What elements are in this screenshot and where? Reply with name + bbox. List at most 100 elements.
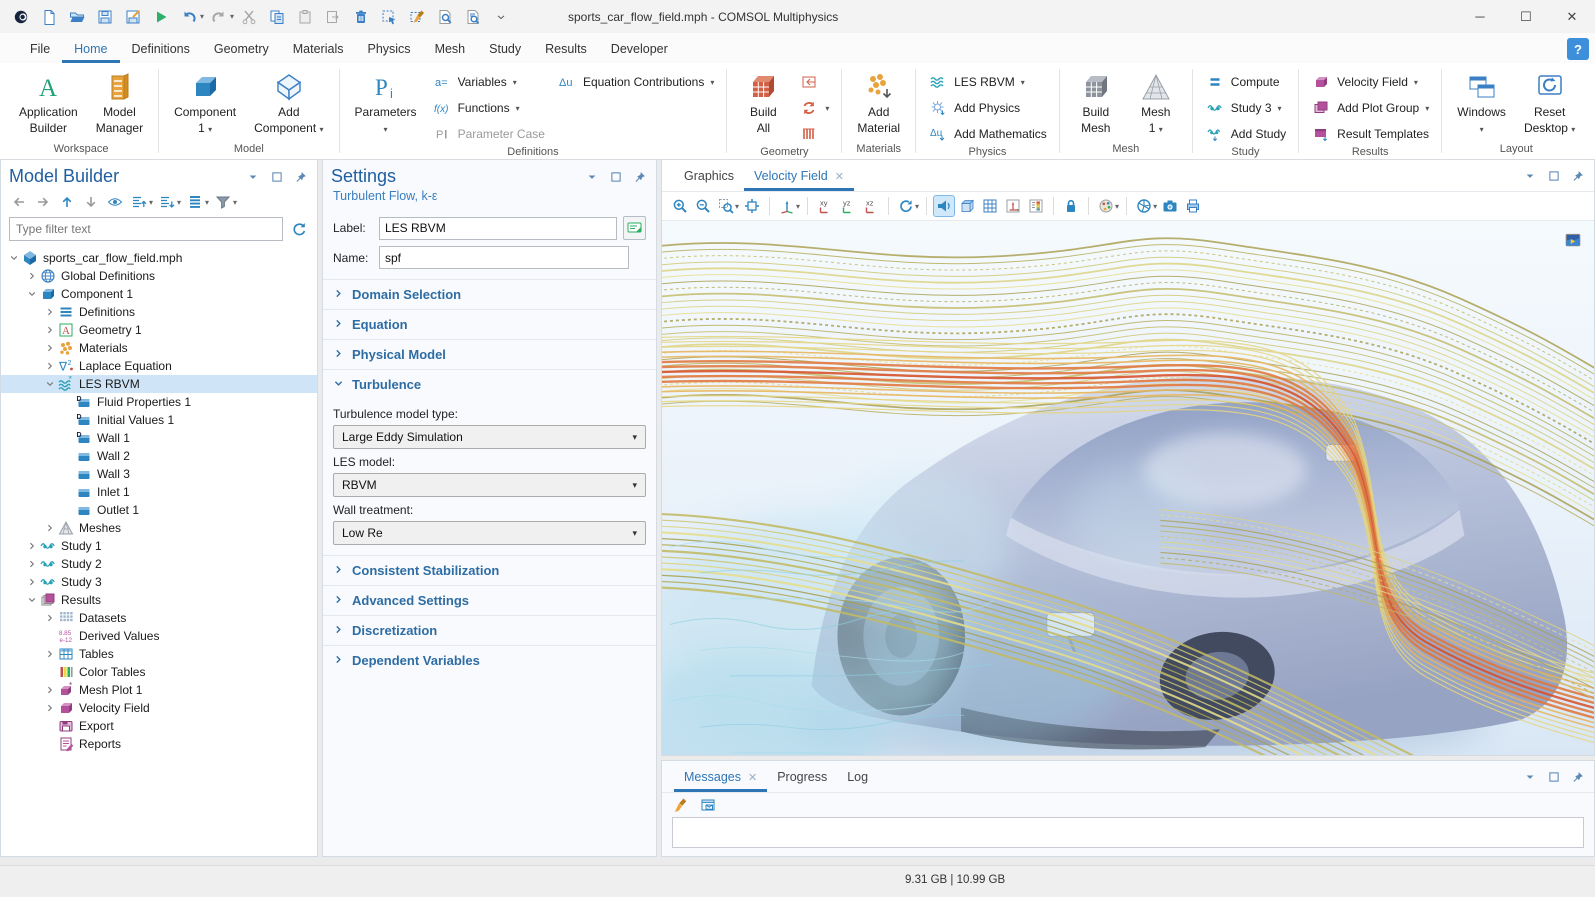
snapshot-icon[interactable] bbox=[1160, 196, 1180, 216]
result-templates-button[interactable]: Result Templates bbox=[1307, 123, 1433, 145]
refresh-icon[interactable] bbox=[289, 219, 309, 239]
panel-menu-icon[interactable] bbox=[1522, 168, 1538, 184]
ribbon-tab-geometry[interactable]: Geometry bbox=[202, 36, 281, 63]
mesh-1-button[interactable]: Mesh1 ▾ bbox=[1128, 68, 1184, 138]
tree-node-study-1[interactable]: Study 1 bbox=[1, 537, 317, 555]
clear-messages-icon[interactable] bbox=[672, 795, 692, 815]
section-header[interactable]: Discretization bbox=[323, 616, 656, 645]
expand-all-icon[interactable] bbox=[129, 192, 149, 212]
expand-arrow-icon[interactable] bbox=[43, 343, 57, 353]
collapse-arrow-icon[interactable] bbox=[7, 253, 21, 263]
node-grouping-icon[interactable] bbox=[185, 192, 205, 212]
copy-icon[interactable] bbox=[264, 4, 290, 30]
parameters-button[interactable]: PiParameters ▾ bbox=[348, 68, 424, 138]
close-button[interactable]: ✕ bbox=[1549, 0, 1595, 33]
tree-node-wall-3[interactable]: Wall 3 bbox=[1, 465, 317, 483]
expand-arrow-icon[interactable] bbox=[25, 541, 39, 551]
panel-menu-icon[interactable] bbox=[584, 169, 600, 185]
environment-icon[interactable] bbox=[1134, 196, 1154, 216]
expand-arrow-icon[interactable] bbox=[43, 361, 57, 371]
expand-all-dropdown-arrow[interactable]: ▾ bbox=[149, 198, 153, 207]
open-file-icon[interactable] bbox=[64, 4, 90, 30]
orientation-icon[interactable] bbox=[777, 196, 797, 216]
clear-selection-icon[interactable] bbox=[404, 4, 430, 30]
section-header[interactable]: Advanced Settings bbox=[323, 586, 656, 615]
expand-arrow-icon[interactable] bbox=[43, 703, 57, 713]
ribbon-tab-definitions[interactable]: Definitions bbox=[120, 36, 202, 63]
tab-messages[interactable]: Messages✕ bbox=[674, 763, 767, 792]
open-message-window-icon[interactable] bbox=[698, 795, 718, 815]
tree-node-geometry-1[interactable]: AGeometry 1 bbox=[1, 321, 317, 339]
tree-node-results[interactable]: Results bbox=[1, 591, 317, 609]
build-all-button[interactable]: BuildAll bbox=[735, 68, 791, 138]
zoom-extents-icon[interactable] bbox=[742, 196, 762, 216]
ribbon-tab-physics[interactable]: Physics bbox=[355, 36, 422, 63]
panel-menu-icon[interactable] bbox=[1522, 769, 1538, 785]
expand-arrow-icon[interactable] bbox=[43, 685, 57, 695]
show-toggle-icon[interactable] bbox=[105, 192, 125, 212]
expand-arrow-icon[interactable] bbox=[43, 307, 57, 317]
rebuild-button[interactable]: ▾ bbox=[795, 97, 833, 119]
tab-log[interactable]: Log bbox=[837, 763, 878, 792]
float-panel-icon[interactable] bbox=[269, 169, 285, 185]
tree-node-velocity-field[interactable]: Velocity Field bbox=[1, 699, 317, 717]
expand-arrow-icon[interactable] bbox=[43, 613, 57, 623]
expand-arrow-icon[interactable] bbox=[25, 559, 39, 569]
tree-node-tables[interactable]: Tables bbox=[1, 645, 317, 663]
tree-node-global-definitions[interactable]: Global Definitions bbox=[1, 267, 317, 285]
maximize-button[interactable]: ☐ bbox=[1503, 0, 1549, 33]
zoom-selected-dropdown-arrow[interactable]: ▾ bbox=[735, 202, 739, 211]
scene-light-icon[interactable] bbox=[934, 196, 954, 216]
orientation-dropdown-arrow[interactable]: ▾ bbox=[796, 202, 800, 211]
expand-arrow-icon[interactable] bbox=[25, 577, 39, 587]
tree-node-export[interactable]: Export bbox=[1, 717, 317, 735]
float-panel-icon[interactable] bbox=[1546, 769, 1562, 785]
collapse-arrow-icon[interactable] bbox=[25, 289, 39, 299]
close-tab-icon[interactable]: ✕ bbox=[748, 771, 757, 784]
tree-node-sports-car-flow-field-mph[interactable]: sports_car_flow_field.mph bbox=[1, 249, 317, 267]
tree-node-study-2[interactable]: Study 2 bbox=[1, 555, 317, 573]
minimize-button[interactable]: ─ bbox=[1457, 0, 1503, 33]
tree-node-les-rbvm[interactable]: *LES RBVM bbox=[1, 375, 317, 393]
zoom-selected-icon[interactable] bbox=[716, 196, 736, 216]
zoom-in-icon[interactable] bbox=[670, 196, 690, 216]
expand-arrow-icon[interactable] bbox=[43, 325, 57, 335]
graphics-viewport[interactable] bbox=[662, 221, 1594, 755]
float-panel-icon[interactable] bbox=[1546, 168, 1562, 184]
expand-arrow-icon[interactable] bbox=[25, 271, 39, 281]
import-geometry-button[interactable] bbox=[795, 71, 833, 93]
name-field-input[interactable] bbox=[379, 246, 629, 269]
build-mesh-button[interactable]: BuildMesh bbox=[1068, 68, 1124, 138]
cut-icon[interactable] bbox=[236, 4, 262, 30]
pin-panel-icon[interactable] bbox=[1570, 769, 1586, 785]
duplicate-icon[interactable] bbox=[320, 4, 346, 30]
view-xz-icon[interactable]: xz bbox=[861, 196, 881, 216]
tree-node-mesh-plot-1[interactable]: *Mesh Plot 1 bbox=[1, 681, 317, 699]
compute-button[interactable]: Compute bbox=[1201, 71, 1290, 93]
tree-node-fluid-properties-1[interactable]: DFluid Properties 1 bbox=[1, 393, 317, 411]
expand-arrow-icon[interactable] bbox=[43, 523, 57, 533]
tree-node-study-3[interactable]: Study 3 bbox=[1, 573, 317, 591]
ribbon-tab-results[interactable]: Results bbox=[533, 36, 599, 63]
add-material-button[interactable]: AddMaterial bbox=[850, 68, 907, 138]
environment-dropdown-arrow[interactable]: ▾ bbox=[1153, 202, 1157, 211]
delete-icon[interactable] bbox=[348, 4, 374, 30]
rotate-dropdown-arrow[interactable]: ▾ bbox=[915, 202, 919, 211]
wall-treatment-dropdown[interactable]: Low Re▾ bbox=[333, 521, 646, 545]
print-icon[interactable] bbox=[1183, 196, 1203, 216]
pin-panel-icon[interactable] bbox=[1570, 168, 1586, 184]
add-study-button[interactable]: Add Study bbox=[1201, 123, 1290, 145]
reset-desktop-button[interactable]: ResetDesktop ▾ bbox=[1517, 68, 1582, 138]
viewport-thumbnail-icon[interactable] bbox=[1564, 231, 1582, 249]
tab-graphics[interactable]: Graphics bbox=[674, 162, 744, 191]
nav-forward-icon[interactable] bbox=[33, 192, 53, 212]
tree-node-derived-values[interactable]: 8.85e-12Derived Values bbox=[1, 627, 317, 645]
tree-filter-input[interactable] bbox=[9, 217, 283, 241]
section-header[interactable]: Domain Selection bbox=[323, 280, 656, 309]
collapse-arrow-icon[interactable] bbox=[25, 595, 39, 605]
run-icon[interactable] bbox=[148, 4, 174, 30]
tree-node-wall-1[interactable]: DWall 1 bbox=[1, 429, 317, 447]
new-file-icon[interactable] bbox=[36, 4, 62, 30]
collapse-all-icon[interactable] bbox=[157, 192, 177, 212]
windows-button[interactable]: Windows ▾ bbox=[1450, 68, 1513, 138]
